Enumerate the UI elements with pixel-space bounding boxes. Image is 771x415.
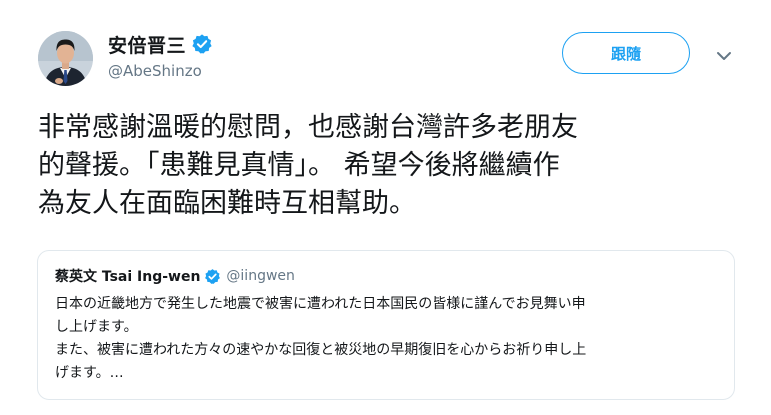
tweet-text-line: 非常感謝溫暖的慰問，也感謝台灣許多老朋友 (38, 112, 578, 143)
name-row: 安倍晋三 (108, 31, 213, 58)
quoted-tweet-header: 蔡英文 Tsai Ing-wen @iingwen (55, 266, 295, 286)
chevron-down-icon[interactable] (716, 47, 732, 60)
quoted-author-name: 蔡英文 Tsai Ing-wen (55, 269, 201, 285)
quoted-text-line: し上げます。 (55, 319, 138, 335)
avatar[interactable] (38, 31, 93, 86)
tweet-text-line: 的聲援。「患難見真情」。 希望今後將繼續作 (38, 150, 560, 181)
quoted-author-handle: @iingwen (226, 268, 295, 284)
author-handle[interactable]: @AbeShinzo (108, 62, 213, 80)
verified-badge-icon (191, 33, 213, 55)
quoted-text-line: げます。… (55, 365, 124, 381)
tweet-text-line: 為友人在面臨困難時互相幫助。 (38, 188, 416, 219)
follow-button[interactable]: 跟隨 (562, 32, 690, 74)
avatar-photo (38, 31, 93, 86)
verified-badge-icon (204, 268, 221, 285)
tweet-text: 非常感謝溫暖的慰問，也感謝台灣許多老朋友 的聲援。「患難見真情」。 希望今後將繼… (38, 109, 738, 223)
author-info: 安倍晋三 @AbeShinzo (108, 32, 213, 80)
author-display-name[interactable]: 安倍晋三 (108, 31, 186, 58)
quoted-tweet-text: 日本の近畿地方で発生した地震で被害に遭われた日本国民の皆様に謹んでお見舞い申 し… (55, 293, 725, 385)
tweet-card: 安倍晋三 @AbeShinzo 跟隨 非常感謝溫暖的慰問，也感謝台灣許多老朋友 … (0, 0, 771, 415)
quoted-text-line: 日本の近畿地方で発生した地震で被害に遭われた日本国民の皆様に謹んでお見舞い申 (55, 296, 586, 312)
quoted-tweet[interactable]: 蔡英文 Tsai Ing-wen @iingwen 日本の近畿地方で発生した地震… (37, 250, 735, 400)
quoted-text-line: また、被害に遭われた方々の速やかな回復と被災地の早期復旧を心からお祈り申し上 (55, 342, 587, 358)
